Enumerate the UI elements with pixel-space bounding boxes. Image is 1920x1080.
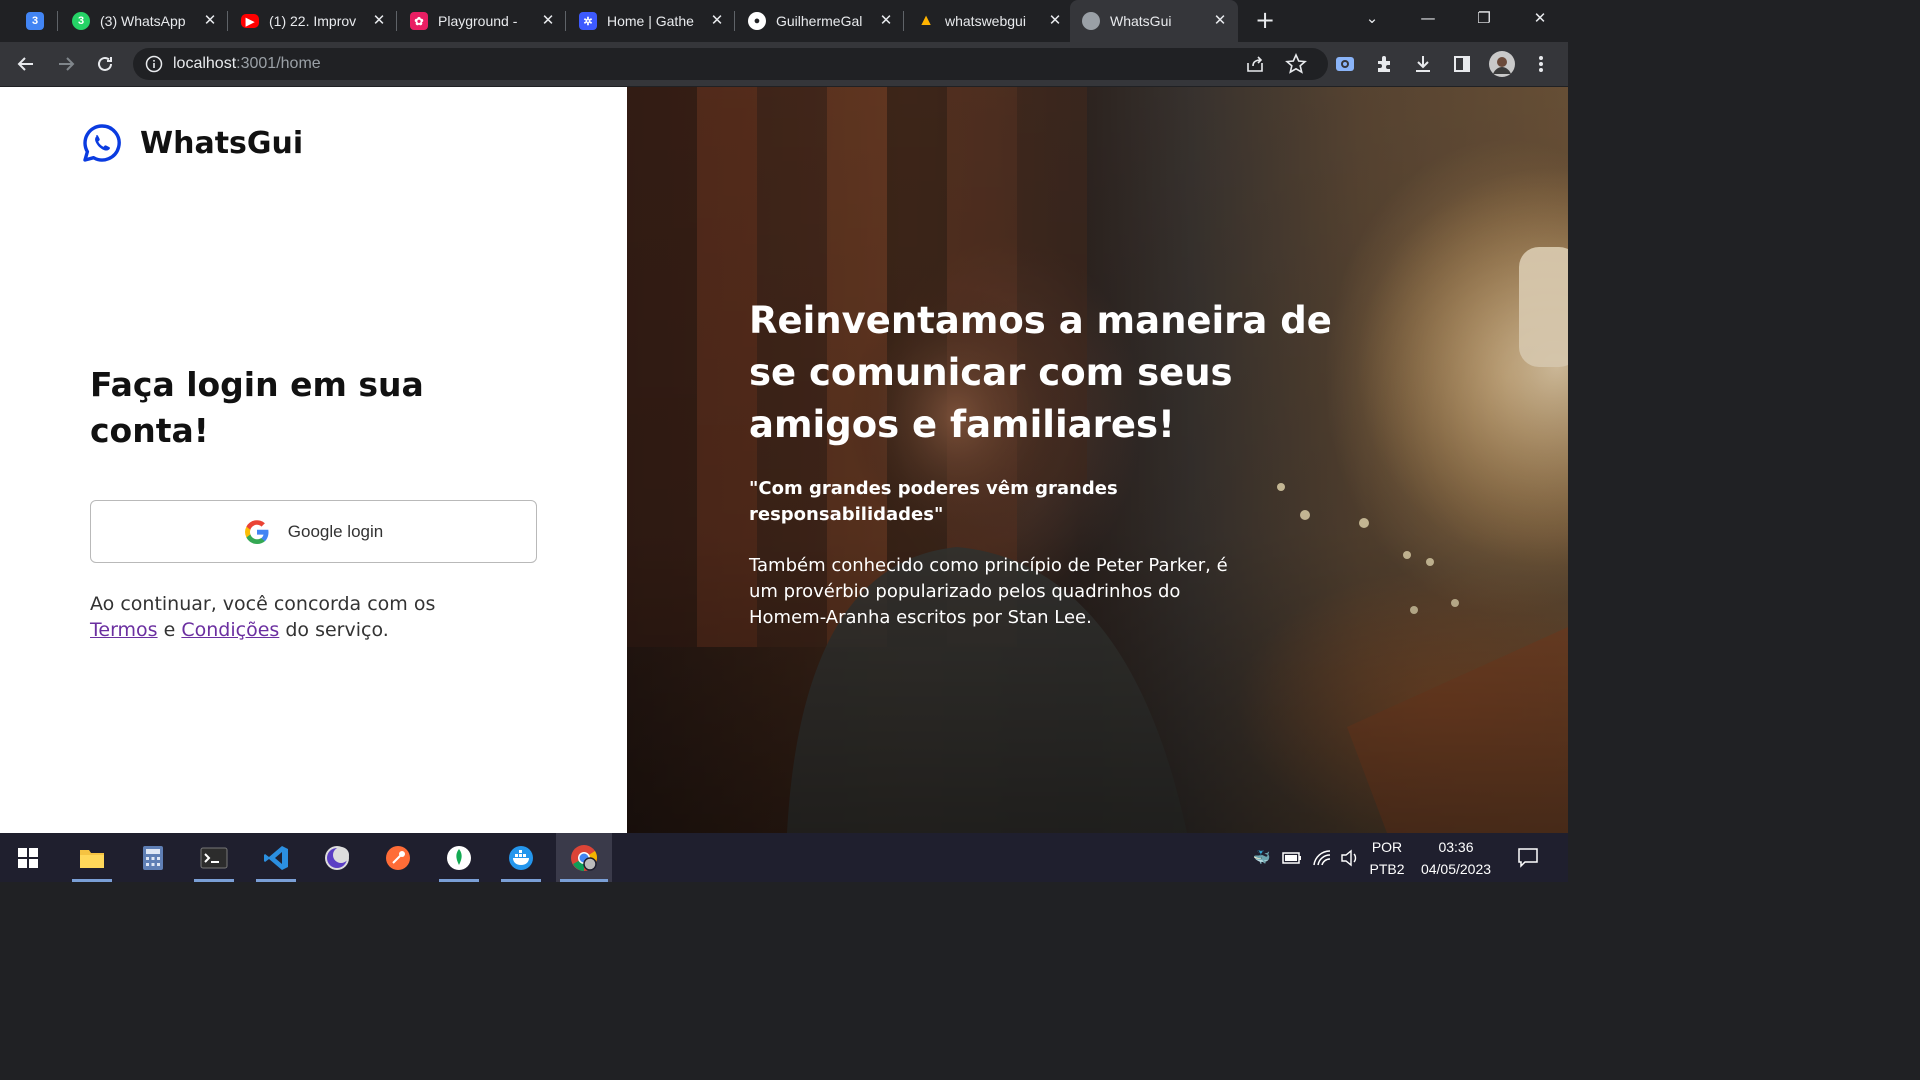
- clock-date[interactable]: 04/05/2023: [1412, 861, 1500, 877]
- google-icon: [244, 519, 269, 544]
- login-title: Faça login em sua conta!: [90, 365, 424, 450]
- close-icon[interactable]: ✕: [202, 13, 218, 29]
- hero-quote: "Com grandes poderes vêm grandes respons…: [749, 478, 1118, 525]
- hero-title: Reinventamos a maneira de se comunicar c…: [749, 299, 1332, 446]
- address-bar[interactable]: localhost:3001/home: [133, 48, 1328, 80]
- vscode-icon[interactable]: [252, 833, 300, 882]
- start-button[interactable]: [4, 833, 52, 882]
- terms-prefix: Ao continuar, você concorda com os: [90, 593, 436, 615]
- volume-icon[interactable]: [1340, 848, 1360, 868]
- windows-taskbar: 🐳 POR PTB2 03:36 04/05/2023: [0, 833, 1568, 882]
- terms-and: e: [163, 619, 176, 641]
- brand: WhatsGui: [82, 123, 303, 163]
- tab-whatsgui[interactable]: WhatsGui ✕: [1070, 0, 1238, 42]
- page-content: WhatsGui Faça login em sua conta! Google…: [0, 87, 1568, 833]
- tab-github[interactable]: ● GuilhermeGal ✕: [736, 0, 904, 42]
- close-icon[interactable]: ✕: [1212, 13, 1228, 29]
- wifi-icon[interactable]: [1312, 848, 1332, 868]
- gather-icon: ✲: [579, 12, 597, 30]
- github-icon: ●: [748, 12, 766, 30]
- tab-title: GuilhermeGal: [776, 13, 863, 29]
- close-icon[interactable]: ✕: [878, 13, 894, 29]
- conditions-link[interactable]: Condições: [181, 619, 279, 641]
- globe-icon: [1082, 12, 1100, 30]
- youtube-icon: ▶: [241, 14, 259, 28]
- bookmark-star-icon[interactable]: [1285, 53, 1307, 75]
- extensions-icon[interactable]: [1370, 50, 1398, 78]
- url-path: :3001/home: [236, 55, 321, 72]
- file-explorer-icon[interactable]: [68, 833, 116, 882]
- terminal-icon[interactable]: [190, 833, 238, 882]
- hero-description: Também conhecido como princípio de Peter…: [749, 555, 1228, 628]
- tab-playground[interactable]: ✿ Playground - ✕: [398, 0, 566, 42]
- hero-panel: Reinventamos a maneira de se comunicar c…: [627, 87, 1568, 833]
- restore-button[interactable]: ❐: [1456, 0, 1512, 36]
- side-panel-icon[interactable]: [1448, 50, 1476, 78]
- clock-time[interactable]: 03:36: [1412, 839, 1500, 855]
- close-icon[interactable]: ✕: [371, 13, 387, 29]
- close-icon[interactable]: ✕: [1047, 13, 1063, 29]
- menu-icon[interactable]: [1527, 50, 1555, 78]
- tab-youtube[interactable]: ▶ (1) 22. Improv ✕: [229, 0, 397, 42]
- profile-avatar[interactable]: [1488, 50, 1516, 78]
- tab-title: (1) 22. Improv: [269, 13, 357, 29]
- hero-overlay: [627, 87, 1568, 833]
- whatsapp-icon: 3: [72, 12, 90, 30]
- terms-link[interactable]: Termos: [90, 619, 158, 641]
- mongodb-icon[interactable]: [435, 833, 483, 882]
- docker-tray-icon[interactable]: 🐳: [1252, 848, 1272, 868]
- url-host: localhost: [173, 55, 237, 72]
- moon-app-icon[interactable]: [313, 833, 361, 882]
- keyboard-layout[interactable]: PTB2: [1366, 861, 1408, 877]
- tab-strip: 3 3 (3) WhatsApp ✕ ▶ (1) 22. Improv ✕ ✿ …: [0, 0, 1568, 42]
- close-icon[interactable]: ✕: [709, 13, 725, 29]
- tab-title: Playground -: [438, 13, 518, 29]
- close-window-button[interactable]: ✕: [1512, 0, 1568, 36]
- tab-whatsapp[interactable]: 3 (3) WhatsApp ✕: [60, 0, 228, 42]
- chrome-icon[interactable]: [556, 833, 612, 882]
- download-icon[interactable]: [1409, 50, 1437, 78]
- windows-logo-icon: [18, 847, 38, 868]
- tab-title: WhatsGui: [1110, 13, 1172, 29]
- tab-title: Home | Gathe: [607, 13, 694, 29]
- google-login-button[interactable]: Google login: [90, 500, 537, 563]
- tab-whatswebgui[interactable]: ▲ whatswebgui ✕: [905, 0, 1073, 42]
- login-panel: WhatsGui Faça login em sua conta! Google…: [0, 87, 627, 833]
- screen-capture-extension-icon[interactable]: [1331, 50, 1359, 78]
- back-arrow-icon: [17, 57, 33, 71]
- info-icon[interactable]: [145, 55, 163, 73]
- whatsapp-logo-icon: [83, 124, 121, 162]
- tab-gather[interactable]: ✲ Home | Gathe ✕: [567, 0, 735, 42]
- url-text[interactable]: localhost:3001/home: [173, 55, 321, 73]
- back-button[interactable]: [12, 50, 40, 78]
- forward-button[interactable]: [52, 50, 80, 78]
- calculator-icon[interactable]: [129, 833, 177, 882]
- minimize-button[interactable]: —: [1400, 0, 1456, 36]
- docker-icon[interactable]: [497, 833, 545, 882]
- reload-icon: [98, 56, 112, 71]
- share-icon[interactable]: [1245, 54, 1265, 74]
- tab-search-icon[interactable]: ⌄: [1344, 0, 1400, 36]
- tab-title: (3) WhatsApp: [100, 13, 186, 29]
- playground-icon: ✿: [410, 12, 428, 30]
- close-icon[interactable]: ✕: [540, 13, 556, 29]
- flame-icon: ▲: [918, 12, 934, 29]
- terms-suffix: do serviço.: [285, 619, 389, 641]
- postman-icon[interactable]: [374, 833, 422, 882]
- google-login-label: Google login: [287, 521, 384, 541]
- brand-name: WhatsGui: [140, 125, 304, 161]
- reload-button[interactable]: [91, 50, 119, 78]
- browser-toolbar: localhost:3001/home: [0, 42, 1568, 86]
- tab-calendar[interactable]: 3: [14, 0, 58, 42]
- new-tab-button[interactable]: +: [1252, 8, 1278, 34]
- calendar-icon: 3: [26, 12, 44, 30]
- tab-title: whatswebgui: [945, 13, 1026, 29]
- forward-arrow-icon: [59, 57, 75, 71]
- notifications-icon[interactable]: [1517, 846, 1539, 868]
- battery-icon[interactable]: [1282, 848, 1302, 868]
- language-indicator[interactable]: POR: [1366, 839, 1408, 855]
- terms-notice: Ao continuar, você concorda com os Termo…: [90, 591, 490, 643]
